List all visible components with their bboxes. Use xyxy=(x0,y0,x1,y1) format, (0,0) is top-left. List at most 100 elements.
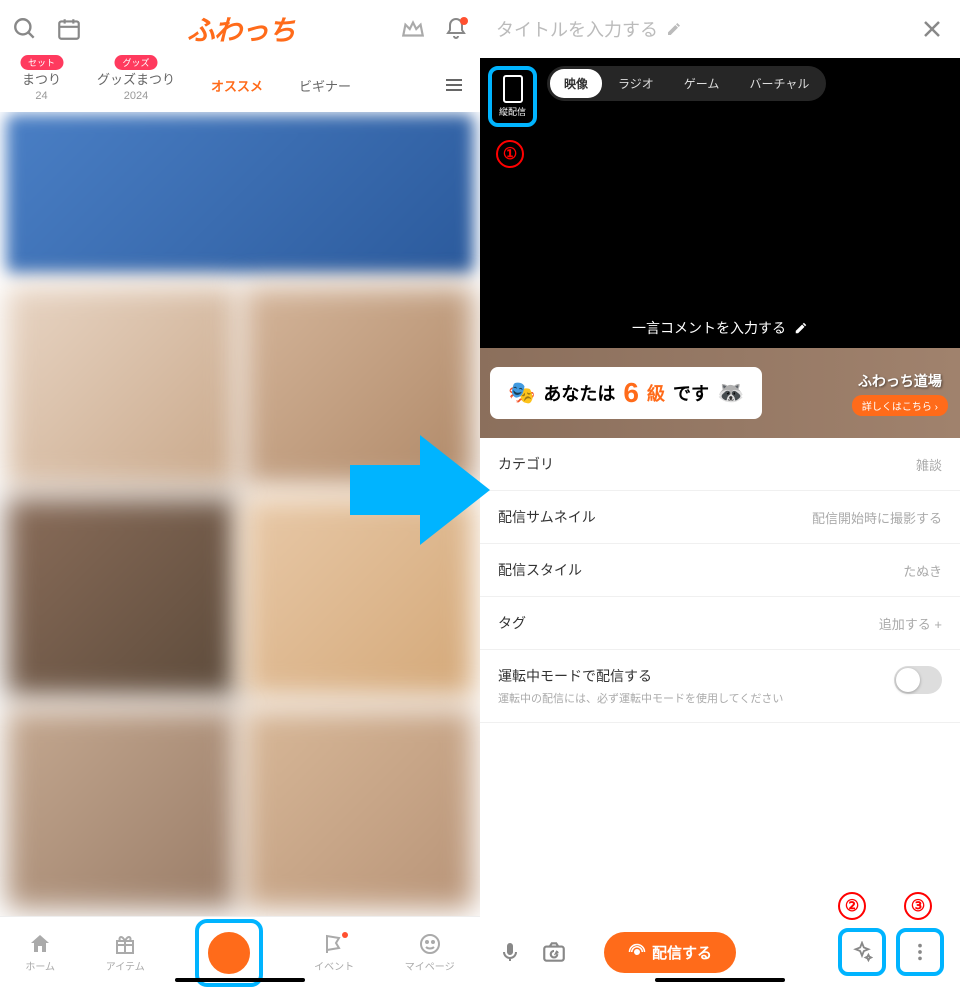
broadcast-label: 配信する xyxy=(652,942,712,963)
mode-radio[interactable]: ラジオ xyxy=(604,69,668,98)
record-button-highlight xyxy=(195,919,263,987)
broadcast-setup-screen: タイトルを入力する 縦配信 映像 ラジオ ゲーム バーチャル ① 一言コメントを xyxy=(480,0,960,988)
nav-label: マイページ xyxy=(405,958,455,973)
calendar-icon[interactable] xyxy=(56,16,82,42)
tab-label: まつり xyxy=(22,69,61,88)
setting-value: 雑談 xyxy=(916,455,942,474)
nav-home[interactable]: ホーム xyxy=(25,932,55,973)
nav-label: アイテム xyxy=(106,958,145,973)
setting-driving-mode[interactable]: 運転中モードで配信する 運転中の配信には、必ず運転中モードを使用してください xyxy=(480,650,960,723)
setting-style[interactable]: 配信スタイル たぬき xyxy=(480,544,960,597)
dojo-title: ふわっち道場 xyxy=(858,371,942,391)
hamburger-icon[interactable] xyxy=(432,73,476,97)
record-button[interactable] xyxy=(203,927,255,979)
rank-card: 🎭 あなたは 6 級 です 🦝 xyxy=(490,367,762,419)
close-icon[interactable] xyxy=(920,17,944,41)
orientation-button-highlight: 縦配信 xyxy=(488,66,537,127)
tab-goods[interactable]: グッズ グッズまつり 2024 xyxy=(79,69,193,102)
nav-mypage[interactable]: マイページ xyxy=(405,932,455,973)
stream-thumbnail[interactable] xyxy=(6,497,237,697)
stream-thumbnail[interactable] xyxy=(6,286,237,486)
mypage-icon xyxy=(418,932,442,956)
setting-thumbnail[interactable]: 配信サムネイル 配信開始時に撮影する xyxy=(480,491,960,544)
dojo-badge[interactable]: ふわっち道場 詳しくはこちら › xyxy=(852,371,948,416)
setting-sublabel: 運転中の配信には、必ず運転中モードを使用してください xyxy=(498,690,783,706)
setting-tag[interactable]: タグ 追加する + xyxy=(480,597,960,650)
edit-icon xyxy=(666,21,682,37)
setting-label: 配信スタイル xyxy=(498,560,582,580)
app-logo: ふわっち xyxy=(100,9,382,49)
rank-prefix: あなたは xyxy=(543,380,615,406)
title-placeholder-text: タイトルを入力する xyxy=(496,16,658,42)
crown-icon[interactable] xyxy=(400,16,426,42)
setting-label: カテゴリ xyxy=(498,454,554,474)
broadcast-mode-tabs: 映像 ラジオ ゲーム バーチャル xyxy=(547,66,826,101)
comment-input[interactable]: 一言コメントを入力する xyxy=(480,308,960,348)
edit-icon xyxy=(794,321,808,335)
nav-label: イベント xyxy=(314,958,354,973)
comment-placeholder: 一言コメントを入力する xyxy=(632,318,786,338)
home-indicator xyxy=(655,978,785,982)
tab-badge: セット xyxy=(20,55,63,70)
dojo-details-link[interactable]: 詳しくはこちら › xyxy=(852,395,948,416)
tab-label: ビギナー xyxy=(299,76,351,95)
nav-item[interactable]: アイテム xyxy=(106,932,145,973)
more-button-highlight xyxy=(896,928,944,976)
category-tabs: セット まつり 24 グッズ グッズまつり 2024 オススメ ビギナー xyxy=(0,58,480,112)
setting-label: 配信サムネイル xyxy=(498,507,596,527)
nav-label: ホーム xyxy=(25,958,55,973)
more-icon[interactable] xyxy=(906,938,934,966)
annotation-2: ② xyxy=(838,892,866,920)
stream-thumbnail[interactable] xyxy=(243,709,474,909)
preview-controls: 縦配信 映像 ラジオ ゲーム バーチャル xyxy=(480,58,960,135)
annotation-3: ③ xyxy=(904,892,932,920)
rank-suffix: です xyxy=(673,380,709,406)
title-input[interactable]: タイトルを入力する xyxy=(496,16,910,42)
home-icon xyxy=(28,932,52,956)
mic-icon[interactable] xyxy=(496,938,524,966)
notification-bell-icon[interactable] xyxy=(444,17,468,41)
setting-value: たぬき xyxy=(903,561,942,580)
tab-recommended[interactable]: オススメ xyxy=(193,76,281,95)
mode-video[interactable]: 映像 xyxy=(550,69,602,98)
mode-virtual[interactable]: バーチャル xyxy=(735,69,823,98)
orientation-label: 縦配信 xyxy=(499,105,526,118)
setting-value: 配信開始時に撮影する xyxy=(812,508,942,527)
rank-number: 6 xyxy=(623,377,639,409)
mode-game[interactable]: ゲーム xyxy=(670,69,734,98)
driving-mode-toggle[interactable] xyxy=(894,666,942,694)
title-bar: タイトルを入力する xyxy=(480,0,960,58)
setting-value: 追加する + xyxy=(879,614,942,633)
tab-matsuri[interactable]: セット まつり 24 xyxy=(4,69,79,102)
tab-sublabel: 24 xyxy=(22,90,61,102)
annotation-1: ① xyxy=(496,140,524,168)
featured-banner[interactable] xyxy=(6,114,474,274)
stream-thumbnail[interactable] xyxy=(6,709,237,909)
home-indicator xyxy=(175,978,305,982)
nav-event[interactable]: イベント xyxy=(314,932,354,973)
tab-badge: グッズ xyxy=(115,55,158,70)
effects-icon[interactable] xyxy=(848,938,876,966)
setting-category[interactable]: カテゴリ 雑談 xyxy=(480,438,960,491)
top-bar: ふわっち xyxy=(0,0,480,58)
tab-beginner[interactable]: ビギナー xyxy=(281,76,369,95)
camera-flip-icon[interactable] xyxy=(540,938,568,966)
tab-sublabel: 2024 xyxy=(97,90,175,102)
setting-label: 運転中モードで配信する xyxy=(498,666,783,686)
arrow-annotation xyxy=(350,430,490,550)
camera-preview: 縦配信 映像 ラジオ ゲーム バーチャル ① 一言コメントを入力する xyxy=(480,58,960,348)
portrait-icon xyxy=(503,75,523,103)
rank-grade: 級 xyxy=(647,380,665,406)
broadcast-icon xyxy=(628,943,646,961)
broadcast-settings: カテゴリ 雑談 配信サムネイル 配信開始時に撮影する 配信スタイル たぬき タグ… xyxy=(480,438,960,916)
flag-icon xyxy=(322,932,346,956)
rank-banner[interactable]: 🎭 あなたは 6 級 です 🦝 ふわっち道場 詳しくはこちら › xyxy=(480,348,960,438)
search-icon[interactable] xyxy=(12,16,38,42)
notification-dot xyxy=(460,17,468,25)
effects-button-highlight xyxy=(838,928,886,976)
orientation-button[interactable]: 縦配信 xyxy=(495,73,530,120)
tab-label: グッズまつり xyxy=(97,69,175,88)
setting-label: タグ xyxy=(498,613,526,633)
broadcast-button[interactable]: 配信する xyxy=(604,932,736,973)
tab-label: オススメ xyxy=(211,76,263,95)
